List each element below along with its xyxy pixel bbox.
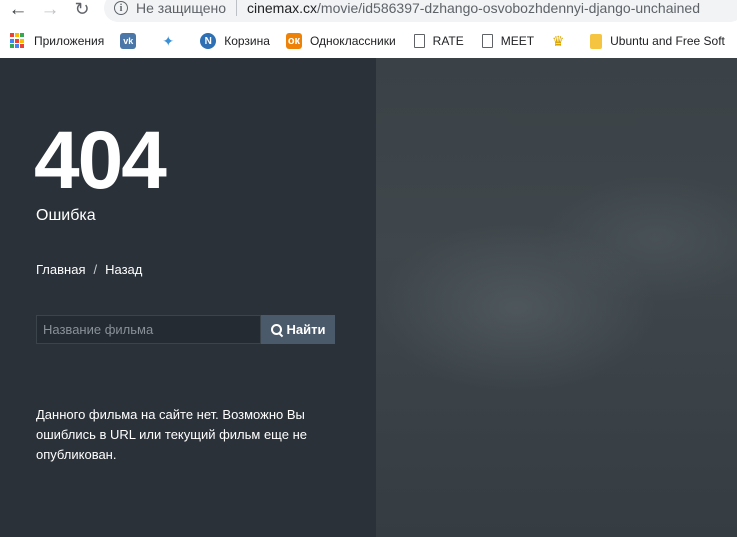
back-arrow-icon[interactable]: ← (8, 0, 28, 19)
forward-arrow-icon[interactable]: → (40, 0, 60, 19)
folder-icon (590, 33, 603, 49)
bird-icon: ✦ (162, 32, 175, 49)
not-found-message: Данного фильма на сайте нет. Возможно Вы… (36, 407, 307, 462)
home-link[interactable]: Главная (36, 262, 85, 277)
url-host: cinemax.cx (247, 0, 318, 16)
bookmark-crown[interactable]: ♛ (550, 33, 574, 49)
bookmark-korzina[interactable]: N Корзина (200, 33, 270, 49)
error-label: Ошибка (36, 207, 96, 224)
bookmark-ubuntu[interactable]: Ubuntu and Free Soft (590, 33, 725, 49)
background-image (376, 58, 737, 537)
security-label[interactable]: Не защищено (136, 0, 226, 16)
bookmark-label: Приложения (34, 34, 105, 48)
bookmark-rate[interactable]: RATE (412, 34, 464, 48)
address-divider (236, 0, 237, 16)
browser-toolbar: ← → ↻ i Не защищено cinemax.cx/movie/id5… (0, 0, 737, 59)
bookmark-vk[interactable]: vk (120, 33, 144, 49)
breadcrumb-divider: / (93, 262, 98, 277)
search-button-label: Найти (286, 322, 326, 337)
back-link[interactable]: Назад (105, 262, 142, 277)
page-icon (481, 34, 493, 48)
url-path: /movie/id586397-dzhango-osvobozhdennyi-d… (317, 0, 700, 16)
error-code: 404 (34, 115, 167, 206)
bookmark-label: Корзина (224, 34, 270, 48)
bookmark-label: MEET (500, 34, 535, 48)
n-logo-icon: N (200, 33, 217, 49)
movie-search-input[interactable] (36, 315, 261, 344)
ok-icon: ок (285, 33, 302, 49)
page-content: 404 Ошибка Главная / Назад Найти Данного ф… (0, 58, 737, 537)
crown-icon: ♛ (551, 32, 565, 49)
reload-icon[interactable]: ↻ (72, 0, 92, 18)
bookmark-label: Ubuntu and Free Soft (610, 34, 725, 48)
error-panel: 404 Ошибка Главная / Назад Найти Данного ф… (0, 58, 376, 537)
bookmark-odnoklassniki[interactable]: ок Одноклассники (285, 33, 396, 49)
search-icon (270, 323, 283, 336)
movie-search-form: Найти (36, 315, 335, 344)
page-icon (413, 34, 425, 48)
info-icon[interactable]: i (114, 1, 128, 15)
search-button[interactable]: Найти (261, 315, 335, 344)
apps-grid-icon (10, 33, 26, 49)
bookmark-bird[interactable]: ✦ (160, 33, 184, 49)
url-text[interactable]: cinemax.cx/movie/id586397-dzhango-osvobo… (247, 0, 700, 16)
bookmark-apps[interactable]: Приложения (10, 33, 104, 49)
bookmarks-bar: Приложения vk ✦ N Корзина ок Одноклассни… (0, 30, 737, 52)
bookmark-meet[interactable]: MEET (480, 34, 534, 48)
vk-icon: vk (120, 33, 137, 49)
bookmark-label: RATE (432, 34, 464, 48)
breadcrumb: Главная / Назад (36, 262, 142, 277)
bookmark-label: Одноклассники (309, 34, 396, 48)
address-bar[interactable]: i Не защищено cinemax.cx/movie/id586397-… (104, 0, 737, 22)
